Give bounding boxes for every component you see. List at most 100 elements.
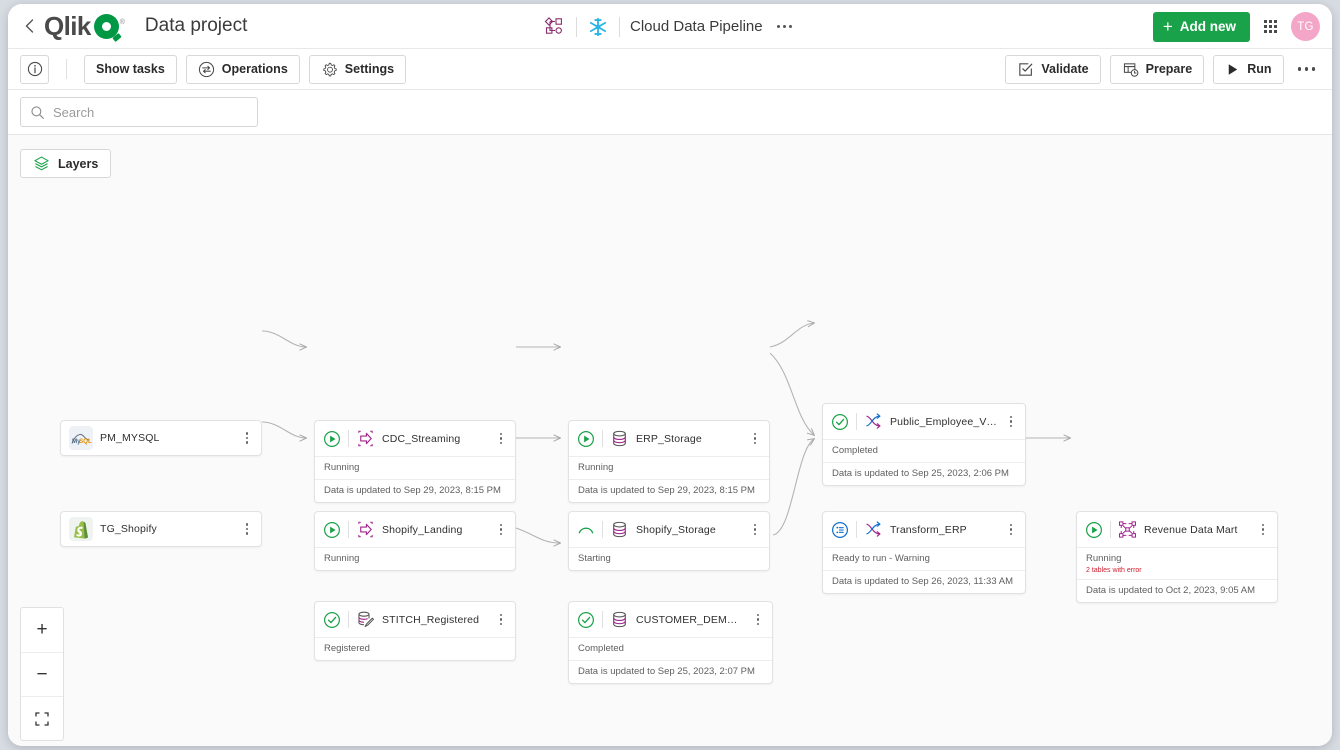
node-menu-icon[interactable] xyxy=(495,520,508,540)
pipeline-node-tg-shopify[interactable]: TG_Shopify xyxy=(60,511,262,547)
pipeline-node-erp-storage[interactable]: ERP_Storage Running Data is updated to Sep… xyxy=(568,420,770,503)
node-title: TG_Shopify xyxy=(100,523,157,535)
app-grid-icon[interactable] xyxy=(1264,20,1277,33)
pipeline-more-icon[interactable] xyxy=(773,21,796,32)
search-icon xyxy=(31,105,44,119)
pipeline-node-stitch-registered[interactable]: STITCH_Registered Registered xyxy=(314,601,516,661)
node-header: Transform_ERP xyxy=(823,512,1025,547)
app-header: Qlik ® Data project Cloud Data Pipeline … xyxy=(8,4,1332,49)
toolbar-divider xyxy=(66,59,67,79)
source-logo xyxy=(69,517,93,541)
search-input[interactable] xyxy=(53,104,248,120)
validate-check-icon xyxy=(1019,62,1033,76)
search-box[interactable] xyxy=(20,97,258,127)
pipeline-node-shopify-landing[interactable]: Shopify_Landing Running xyxy=(314,511,516,571)
validate-button[interactable]: Validate xyxy=(1005,54,1101,84)
node-header: Public_Employee_Views xyxy=(823,404,1025,439)
avatar[interactable]: TG xyxy=(1291,12,1320,41)
pipeline-node-cdc-streaming[interactable]: CDC_Streaming Running Data is updated to S… xyxy=(314,420,516,503)
plus-icon: + xyxy=(1162,17,1173,36)
pipeline-name: Cloud Data Pipeline xyxy=(630,18,763,35)
node-menu-icon[interactable] xyxy=(1257,520,1270,540)
settings-button[interactable]: Settings xyxy=(308,54,407,84)
storage-database-icon xyxy=(610,429,629,448)
pipeline-node-shopify-storage[interactable]: Shopify_Storage Starting xyxy=(568,511,770,571)
shopify-logo xyxy=(69,517,93,541)
node-menu-icon[interactable] xyxy=(495,429,508,449)
node-menu-icon[interactable] xyxy=(241,519,254,539)
layers-label: Layers xyxy=(58,156,99,171)
add-new-label: Add new xyxy=(1179,19,1236,34)
node-title: Revenue Data Mart xyxy=(1144,523,1238,536)
node-menu-icon[interactable] xyxy=(749,429,762,449)
run-button[interactable]: Run xyxy=(1213,54,1284,84)
divider xyxy=(856,521,857,538)
node-title: CUSTOMER_DEMOGRAPHICS... xyxy=(636,613,745,626)
pipeline-canvas[interactable]: Layers My SQL PM_MYSQL TG_Shopify CDC_St… xyxy=(8,135,1332,746)
divider xyxy=(1110,521,1111,538)
toolbar-more-icon[interactable] xyxy=(1293,61,1321,77)
zoom-in-button[interactable]: + xyxy=(21,608,63,652)
qlik-logo[interactable]: Qlik ® xyxy=(44,11,125,42)
divider xyxy=(348,611,349,628)
storage-database-icon xyxy=(613,430,626,447)
add-new-button[interactable]: + Add new xyxy=(1152,11,1250,42)
pipeline-node-public-employee-views[interactable]: Public_Employee_Views Completed Data is up… xyxy=(822,403,1026,486)
node-menu-icon[interactable] xyxy=(752,610,765,630)
status-running-play-icon xyxy=(324,430,340,447)
registered-data-icon xyxy=(358,611,375,628)
edge-stitch-customer xyxy=(515,527,560,543)
prepare-button[interactable]: Prepare xyxy=(1109,54,1205,84)
node-menu-icon[interactable] xyxy=(241,428,254,448)
node-updated: Data is updated to Sep 29, 2023, 8:15 PM xyxy=(569,479,769,502)
node-updated: Data is updated to Sep 25, 2023, 2:07 PM xyxy=(569,660,772,683)
zoom-out-button[interactable]: − xyxy=(21,652,63,696)
pipeline-node-customer-demographics[interactable]: CUSTOMER_DEMOGRAPHICS... CompletedData is… xyxy=(568,601,773,684)
node-updated: Data is updated to Oct 2, 2023, 9:05 AM xyxy=(1077,579,1277,602)
registered-data-icon xyxy=(356,610,375,629)
node-updated: Data is updated to Sep 29, 2023, 8:15 PM xyxy=(315,479,515,502)
back-button[interactable] xyxy=(16,4,42,49)
node-status: Running xyxy=(569,456,769,479)
node-header: TG_Shopify xyxy=(61,512,261,546)
pipeline-node-pm-mysql[interactable]: My SQL PM_MYSQL xyxy=(60,420,262,456)
storage-database-icon xyxy=(610,610,629,629)
status-starting-spinner-icon xyxy=(578,527,594,533)
status-ready-to-run-icon xyxy=(831,521,849,539)
pipeline-node-revenue-data-mart[interactable]: Revenue Data Mart Running 2 tables with er… xyxy=(1076,511,1278,603)
run-label: Run xyxy=(1247,62,1272,76)
snowflake-icon[interactable] xyxy=(587,16,609,38)
fit-to-screen-button[interactable] xyxy=(21,696,63,740)
node-title: PM_MYSQL xyxy=(100,432,160,444)
node-header: Revenue Data Mart xyxy=(1077,512,1277,547)
node-status: Completed xyxy=(569,637,772,660)
node-error-count: 2 tables with error xyxy=(1086,567,1142,574)
status-running-play-icon xyxy=(577,430,595,448)
node-menu-icon[interactable] xyxy=(749,520,762,540)
node-menu-icon[interactable] xyxy=(1005,520,1018,540)
pipeline-graph-icon[interactable] xyxy=(544,16,566,38)
node-status: Registered xyxy=(315,637,515,660)
node-title: CDC_Streaming xyxy=(382,432,461,445)
operations-button[interactable]: Operations xyxy=(185,54,300,84)
node-menu-icon[interactable] xyxy=(495,610,508,630)
landing-arrow-icon xyxy=(356,429,375,448)
node-menu-icon[interactable] xyxy=(1005,412,1018,432)
node-header: Shopify_Storage xyxy=(569,512,769,547)
transform-arrows-icon xyxy=(864,520,883,539)
pipeline-node-transform-erp[interactable]: Transform_ERP Ready to run - Warning Data … xyxy=(822,511,1026,594)
node-header: CUSTOMER_DEMOGRAPHICS... xyxy=(569,602,772,637)
edge-shopify-landing xyxy=(261,421,306,438)
layers-button[interactable]: Layers xyxy=(20,149,112,178)
status-completed-check-icon xyxy=(324,611,340,628)
prepare-table-icon xyxy=(1123,62,1139,77)
info-button[interactable] xyxy=(20,54,49,84)
page-title: Data project xyxy=(144,15,248,36)
transform-arrows-icon xyxy=(866,413,881,429)
edge-erp-employeeviews xyxy=(769,323,814,348)
landing-arrow-icon xyxy=(358,430,373,447)
node-status: Running 2 tables with error xyxy=(1077,547,1277,579)
svg-text:SQL: SQL xyxy=(79,438,92,445)
show-tasks-button[interactable]: Show tasks xyxy=(84,54,177,84)
storage-database-icon xyxy=(613,521,626,538)
